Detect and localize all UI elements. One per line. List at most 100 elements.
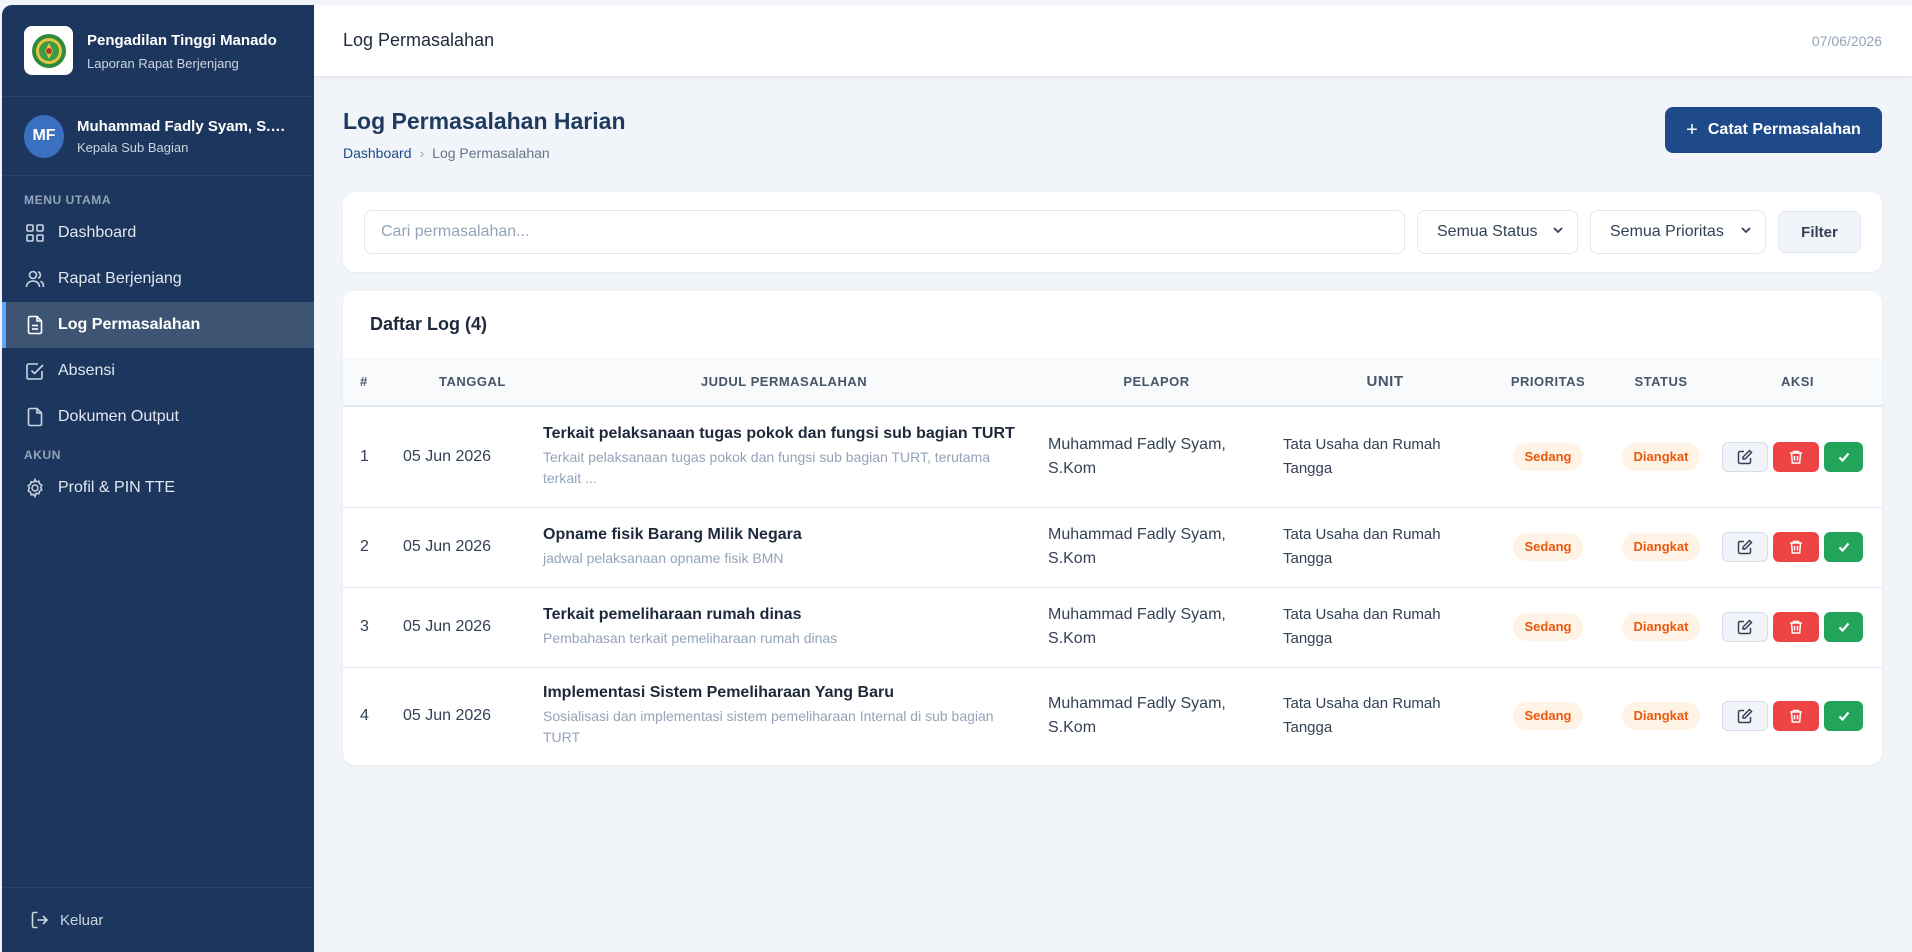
section-label-main: MENU UTAMA bbox=[24, 193, 112, 207]
delete-button[interactable] bbox=[1773, 701, 1819, 732]
sidebar-item-rapat-berjenjang[interactable]: Rapat Berjenjang bbox=[2, 256, 314, 302]
edit-button[interactable] bbox=[1722, 612, 1768, 642]
sidebar-item-profil-pin-tte[interactable]: Profil & PIN TTE bbox=[2, 465, 314, 511]
table-row: 3 05 Jun 2026 Terkait pemeliharaan rumah… bbox=[343, 587, 1882, 668]
file-text-icon bbox=[24, 314, 46, 336]
priority-badge: Sedang bbox=[1512, 533, 1584, 561]
table-title: Daftar Log (4) bbox=[370, 314, 487, 334]
row-status-cell: Diangkat bbox=[1609, 667, 1713, 765]
approve-button[interactable] bbox=[1824, 701, 1863, 732]
row-title-cell: Terkait pemeliharaan rumah dinas Pembaha… bbox=[522, 587, 1025, 668]
check-square-icon bbox=[24, 360, 46, 382]
users-icon bbox=[24, 268, 46, 290]
priority-select-value: Semua Prioritas bbox=[1610, 223, 1724, 240]
approve-button[interactable] bbox=[1824, 532, 1863, 562]
row-title[interactable]: Terkait pelaksanaan tugas pokok dan fung… bbox=[543, 425, 1025, 443]
edit-icon bbox=[1737, 708, 1753, 724]
edit-icon bbox=[1737, 539, 1753, 555]
user-profile: MF Muhammad Fadly Syam, S.Kom Kepala Sub… bbox=[2, 97, 314, 176]
edit-icon bbox=[1737, 619, 1753, 635]
edit-button[interactable] bbox=[1722, 701, 1768, 732]
row-reporter: Muhammad Fadly Syam, S.Kom bbox=[1048, 695, 1226, 737]
status-badge: Diangkat bbox=[1621, 533, 1701, 561]
court-logo-icon bbox=[24, 26, 73, 75]
trash-icon bbox=[1790, 450, 1802, 464]
row-date: 05 Jun 2026 bbox=[387, 587, 522, 668]
filter-button[interactable]: Filter bbox=[1778, 211, 1861, 253]
row-priority-cell: Sedang bbox=[1487, 667, 1609, 765]
row-title[interactable]: Terkait pemeliharaan rumah dinas bbox=[543, 606, 1025, 624]
row-unit: Tata Usaha dan Rumah Tangga bbox=[1265, 406, 1487, 508]
column-header-priority: PRIORITAS bbox=[1510, 374, 1586, 389]
delete-button[interactable] bbox=[1773, 441, 1819, 472]
trash-icon bbox=[1790, 710, 1802, 723]
column-header-date: TANGGAL bbox=[439, 374, 506, 389]
sidebar-item-label: Dashboard bbox=[58, 224, 137, 241]
row-unit: Tata Usaha dan Rumah Tangga bbox=[1283, 695, 1441, 737]
app-window: Pengadilan Tinggi Manado Laporan Rapat B… bbox=[2, 5, 1912, 952]
edit-button[interactable] bbox=[1722, 441, 1768, 472]
filter-bar: Semua Status Semua Prioritas Filter bbox=[343, 192, 1882, 272]
row-description: Sosialisasi dan implementasi sistem peme… bbox=[543, 708, 994, 746]
row-status-cell: Diangkat bbox=[1609, 406, 1713, 508]
sidebar-item-dokumen-output[interactable]: Dokumen Output bbox=[2, 394, 314, 440]
brand-subtitle: Laporan Rapat Berjenjang bbox=[87, 55, 239, 71]
row-reporter: Muhammad Fadly Syam, S.Kom bbox=[1025, 507, 1265, 588]
table-row: 1 05 Jun 2026 Terkait pelaksanaan tugas … bbox=[343, 406, 1882, 508]
table-row: 2 05 Jun 2026 Opname fisik Barang Milik … bbox=[343, 507, 1882, 588]
breadcrumb-dashboard-link[interactable]: Dashboard bbox=[343, 145, 412, 161]
column-header-number: # bbox=[360, 374, 368, 389]
search-input[interactable] bbox=[364, 210, 1405, 254]
row-date: 05 Jun 2026 bbox=[387, 406, 522, 508]
status-select[interactable]: Semua Status bbox=[1417, 210, 1578, 254]
delete-button[interactable] bbox=[1773, 612, 1819, 642]
status-badge: Diangkat bbox=[1621, 702, 1701, 731]
chevron-down-icon bbox=[1551, 223, 1565, 242]
delete-button[interactable] bbox=[1773, 532, 1819, 562]
approve-button[interactable] bbox=[1824, 612, 1863, 642]
priority-select[interactable]: Semua Prioritas bbox=[1590, 210, 1766, 254]
approve-button[interactable] bbox=[1824, 441, 1863, 472]
page-title: Log Permasalahan Harian bbox=[343, 108, 626, 134]
edit-button[interactable] bbox=[1722, 532, 1768, 562]
user-name: Muhammad Fadly Syam, S.Kom bbox=[77, 117, 292, 135]
priority-badge: Sedang bbox=[1512, 702, 1584, 731]
row-number: 2 bbox=[343, 507, 387, 588]
column-header-unit: UNIT bbox=[1366, 372, 1404, 390]
row-description: Terkait pelaksanaan tugas pokok dan fung… bbox=[543, 448, 990, 486]
row-title[interactable]: Implementasi Sistem Pemeliharaan Yang Ba… bbox=[543, 684, 1025, 702]
row-priority-cell: Sedang bbox=[1487, 587, 1609, 668]
row-title-cell: Opname fisik Barang Milik Negara jadwal … bbox=[522, 507, 1025, 588]
grid-icon bbox=[24, 222, 46, 244]
page-header: Log Permasalahan Harian Dashboard › Log … bbox=[343, 108, 626, 161]
row-title[interactable]: Opname fisik Barang Milik Negara bbox=[543, 526, 1025, 544]
trash-icon bbox=[1790, 620, 1802, 634]
sidebar-item-label: Profil & PIN TTE bbox=[58, 479, 176, 496]
sidebar-item-log-permasalahan[interactable]: Log Permasalahan bbox=[2, 302, 314, 348]
file-icon bbox=[24, 406, 46, 428]
trash-icon bbox=[1790, 540, 1802, 554]
row-title-cell: Terkait pelaksanaan tugas pokok dan fung… bbox=[522, 406, 1025, 508]
breadcrumb-current: Log Permasalahan bbox=[432, 145, 550, 161]
log-table-card: Daftar Log (4) # TANGGAL JUDUL PERMASALA… bbox=[343, 291, 1882, 765]
sidebar-item-label: Dokumen Output bbox=[58, 408, 179, 425]
row-actions bbox=[1713, 406, 1882, 508]
topbar: Log Permasalahan 07/06/2026 bbox=[314, 5, 1912, 77]
row-status-cell: Diangkat bbox=[1609, 587, 1713, 668]
sidebar-item-absensi[interactable]: Absensi bbox=[2, 348, 314, 394]
sidebar-item-label: Rapat Berjenjang bbox=[58, 270, 182, 287]
logout-button[interactable]: Keluar bbox=[2, 887, 314, 952]
user-role: Kepala Sub Bagian bbox=[77, 139, 189, 155]
status-badge: Diangkat bbox=[1621, 442, 1701, 471]
column-header-actions: AKSI bbox=[1780, 374, 1815, 389]
sidebar-item-dashboard[interactable]: Dashboard bbox=[2, 210, 314, 256]
row-actions bbox=[1713, 667, 1882, 765]
add-issue-button[interactable]: + Catat Permasalahan bbox=[1665, 107, 1882, 153]
priority-badge: Sedang bbox=[1512, 442, 1584, 471]
add-issue-label: Catat Permasalahan bbox=[1707, 121, 1861, 138]
check-icon bbox=[1838, 712, 1849, 722]
row-description: jadwal pelaksanaan opname fisik BMN bbox=[543, 549, 784, 566]
topbar-date: 07/06/2026 bbox=[1811, 32, 1882, 49]
topbar-title: Log Permasalahan bbox=[343, 30, 495, 50]
table-header-row: # TANGGAL JUDUL PERMASALAHAN PELAPOR UNI… bbox=[343, 358, 1882, 406]
